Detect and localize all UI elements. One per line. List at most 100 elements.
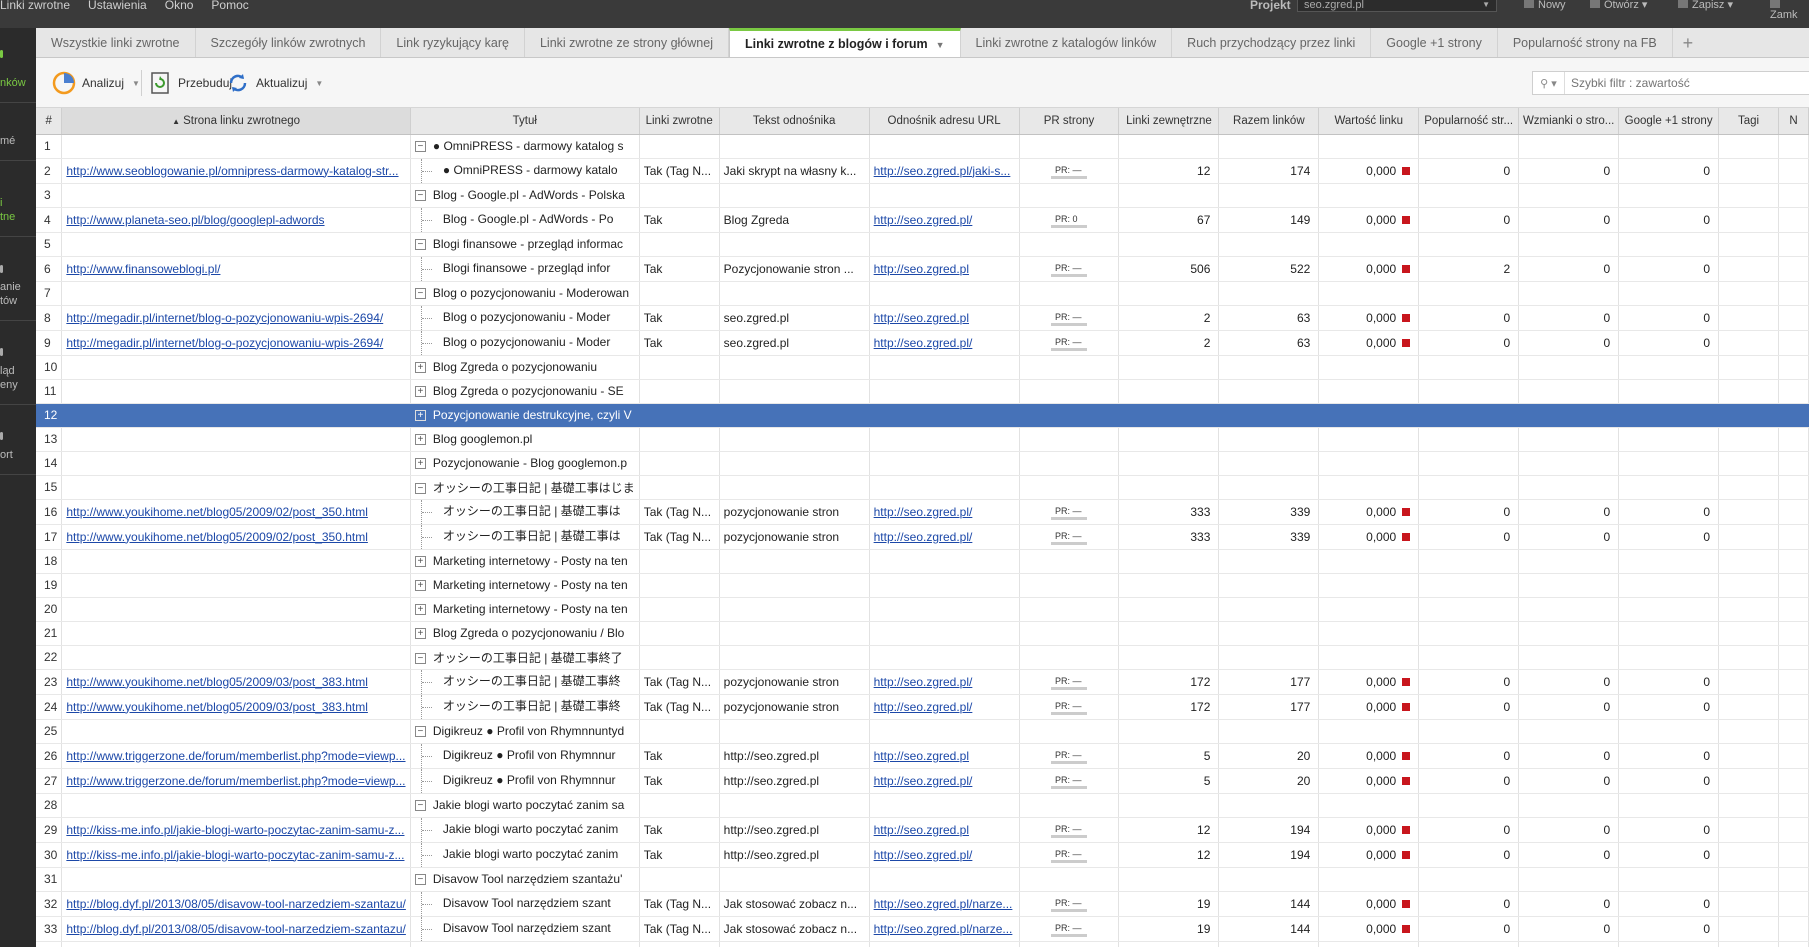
expand-icon[interactable]: +: [414, 458, 426, 470]
table-group-row[interactable]: 21 + Blog Zgreda o pozycjonowaniu / Blo: [36, 621, 1809, 646]
table-group-row[interactable]: 13 + Blog googlemon.pl: [36, 427, 1809, 452]
col-header-target-url[interactable]: Odnośnik adresu URL: [869, 108, 1020, 135]
target-url-link[interactable]: http://seo.zgred.pl/: [874, 700, 973, 714]
save-button[interactable]: Zapisz ▾: [1678, 0, 1733, 11]
table-group-row[interactable]: 11 + Blog Zgreda o pozycjonowaniu - SE: [36, 379, 1809, 404]
tab-risky-links[interactable]: Link ryzykujący karę: [381, 28, 525, 57]
collapse-icon[interactable]: −: [414, 141, 426, 153]
col-header-mentions[interactable]: Wzmianki o stro...: [1518, 108, 1620, 135]
col-header-title[interactable]: Tytuł: [410, 108, 640, 135]
chevron-down-icon[interactable]: ▼: [132, 79, 140, 88]
expand-icon[interactable]: +: [414, 362, 426, 374]
sidebar-item-backlinks[interactable]: nków: [0, 76, 36, 90]
backlink-page-link[interactable]: http://blog.dyf.pl/2013/08/05/disavow-to…: [66, 897, 406, 911]
tab-fb-popularity[interactable]: Popularność strony na FB: [1498, 28, 1673, 57]
target-url-link[interactable]: http://seo.zgred.pl/narze...: [874, 897, 1013, 911]
backlink-page-link[interactable]: http://www.youkihome.net/blog05/2009/03/…: [66, 675, 368, 689]
table-group-row[interactable]: 31 − Disavow Tool narzędziem szantażu': [36, 867, 1809, 892]
backlink-page-link[interactable]: http://www.planeta-seo.pl/blog/googlepl-…: [66, 213, 324, 227]
backlink-page-link[interactable]: http://kiss-me.info.pl/jakie-blogi-warto…: [66, 823, 404, 837]
table-group-row[interactable]: 15 − オッシーの工事日記 | 基礎工事はじま: [36, 475, 1809, 500]
table-row[interactable]: 16 http://www.youkihome.net/blog05/2009/0…: [36, 499, 1809, 525]
sidebar-item-home[interactable]: mé: [0, 134, 36, 148]
expand-icon[interactable]: +: [414, 434, 426, 446]
tab-homepage-backlinks[interactable]: Linki zwrotne ze strony głównej: [525, 28, 729, 57]
tab-google-plus-one[interactable]: Google +1 strony: [1371, 28, 1498, 57]
new-button[interactable]: Nowy: [1524, 0, 1566, 11]
update-button[interactable]: Aktualizuj ▼: [226, 70, 323, 96]
col-header-google-plus[interactable]: Google +1 strony: [1618, 108, 1720, 135]
target-url-link[interactable]: http://seo.zgred.pl: [874, 823, 969, 837]
expand-icon[interactable]: +: [414, 628, 426, 640]
collapse-icon[interactable]: −: [414, 726, 426, 738]
tab-directory-backlinks[interactable]: Linki zwrotne z katalogów linków: [961, 28, 1173, 57]
table-row[interactable]: 8 http://megadir.pl/internet/blog-o-pozyc…: [36, 305, 1809, 331]
table-row[interactable]: 9 http://megadir.pl/internet/blog-o-pozyc…: [36, 330, 1809, 356]
table-group-row[interactable]: 25 − Digikreuz ● Profil von Rhymnnuntyd: [36, 719, 1809, 744]
table-group-row[interactable]: 14 + Pozycjonowanie - Blog googlemon.p: [36, 451, 1809, 476]
table-group-row[interactable]: 22 − オッシーの工事日記 | 基礎工事終了: [36, 645, 1809, 670]
target-url-link[interactable]: http://seo.zgred.pl: [874, 262, 969, 276]
table-row[interactable]: 17 http://www.youkihome.net/blog05/2009/0…: [36, 524, 1809, 550]
collapse-icon[interactable]: −: [414, 482, 426, 494]
menu-backlinks[interactable]: Linki zwrotne: [0, 0, 70, 12]
col-header-page-rank[interactable]: PR strony: [1019, 108, 1120, 135]
col-header-backlinks[interactable]: Linki zwrotne: [639, 108, 720, 135]
col-header-tags[interactable]: Tagi: [1718, 108, 1779, 135]
search-icon[interactable]: ⚲ ▾: [1533, 72, 1565, 94]
table-group-row[interactable]: 28 − Jakie blogi warto poczytać zanim sa: [36, 793, 1809, 818]
target-url-link[interactable]: http://seo.zgred.pl/: [874, 530, 973, 544]
col-header-page-popularity[interactable]: Popularność str...: [1418, 108, 1520, 135]
collapse-icon[interactable]: −: [414, 190, 426, 202]
table-group-row[interactable]: 3 − Blog - Google.pl - AdWords - Polska: [36, 183, 1809, 208]
backlink-page-link[interactable]: http://www.youkihome.net/blog05/2009/02/…: [66, 505, 368, 519]
backlink-page-link[interactable]: http://www.triggerzone.de/forum/memberli…: [66, 749, 405, 763]
expand-icon[interactable]: +: [414, 580, 426, 592]
open-button[interactable]: Otwórz ▾: [1590, 0, 1647, 11]
rebuild-button[interactable]: Przebuduj: [148, 70, 232, 96]
target-url-link[interactable]: http://seo.zgred.pl/: [874, 336, 973, 350]
expand-icon[interactable]: +: [414, 604, 426, 616]
col-header-more[interactable]: N: [1778, 108, 1809, 135]
table-group-row[interactable]: 19 + Marketing internetowy - Posty na ten: [36, 573, 1809, 598]
table-row[interactable]: 26 http://www.triggerzone.de/forum/member…: [36, 743, 1809, 769]
target-url-link[interactable]: http://seo.zgred.pl/: [874, 774, 973, 788]
col-header-total-links[interactable]: Razem linków: [1218, 108, 1320, 135]
target-url-link[interactable]: http://seo.zgred.pl/jaki-s...: [874, 164, 1011, 178]
table-row[interactable]: 29 http://kiss-me.info.pl/jakie-blogi-war…: [36, 817, 1809, 843]
collapse-icon[interactable]: −: [414, 288, 426, 300]
table-group-row[interactable]: 7 − Blog o pozycjonowaniu - Moderowan: [36, 281, 1809, 306]
table-group-row[interactable]: 18 + Marketing internetowy - Posty na ten: [36, 549, 1809, 574]
close-button[interactable]: Zamk: [1770, 0, 1809, 21]
collapse-icon[interactable]: −: [414, 652, 426, 664]
backlink-page-link[interactable]: http://megadir.pl/internet/blog-o-pozycj…: [66, 336, 383, 350]
project-select[interactable]: seo.zgred.pl ▼: [1297, 0, 1497, 12]
backlink-page-link[interactable]: http://kiss-me.info.pl/jakie-blogi-warto…: [66, 848, 404, 862]
backlink-page-link[interactable]: http://blog.dyf.pl/2013/08/05/disavow-to…: [66, 922, 406, 936]
table-row[interactable]: 2 http://www.seoblogowanie.pl/omnipress-d…: [36, 158, 1809, 184]
target-url-link[interactable]: http://seo.zgred.pl/: [874, 213, 973, 227]
table-group-row[interactable]: 12 + Pozycjonowanie destrukcyjne, czyli V: [36, 403, 1809, 428]
expand-icon[interactable]: +: [414, 556, 426, 568]
target-url-link[interactable]: http://seo.zgred.pl/: [874, 675, 973, 689]
target-url-link[interactable]: http://seo.zgred.pl: [874, 749, 969, 763]
table-group-row[interactable]: 5 − Blogi finansowe - przegląd informac: [36, 232, 1809, 257]
target-url-link[interactable]: http://seo.zgred.pl/: [874, 848, 973, 862]
table-group-row[interactable]: 34 −SeoStories - podsumowanie tygodr: [36, 941, 1809, 947]
tab-backlink-details[interactable]: Szczegóły linków zwrotnych: [196, 28, 382, 57]
backlink-page-link[interactable]: http://www.seoblogowanie.pl/omnipress-da…: [66, 164, 398, 178]
tab-incoming-traffic[interactable]: Ruch przychodzący przez linki: [1172, 28, 1372, 57]
sidebar-item-d[interactable]: tów: [0, 294, 36, 308]
table-row[interactable]: 33 http://blog.dyf.pl/2013/08/05/disavow-…: [36, 916, 1809, 942]
backlink-page-link[interactable]: http://www.triggerzone.de/forum/memberli…: [66, 774, 405, 788]
quick-filter-input[interactable]: [1565, 76, 1809, 90]
target-url-link[interactable]: http://seo.zgred.pl: [874, 311, 969, 325]
table-row[interactable]: 27 http://www.triggerzone.de/forum/member…: [36, 768, 1809, 794]
menu-window[interactable]: Okno: [165, 0, 194, 12]
sidebar-item-e[interactable]: ląd: [0, 364, 36, 378]
col-header-external-links[interactable]: Linki zewnętrzne: [1118, 108, 1220, 135]
table-row[interactable]: 4 http://www.planeta-seo.pl/blog/googlepl…: [36, 207, 1809, 233]
target-url-link[interactable]: http://seo.zgred.pl/: [874, 505, 973, 519]
menu-help[interactable]: Pomoc: [211, 0, 248, 12]
col-header-anchor-text[interactable]: Tekst odnośnika: [719, 108, 870, 135]
